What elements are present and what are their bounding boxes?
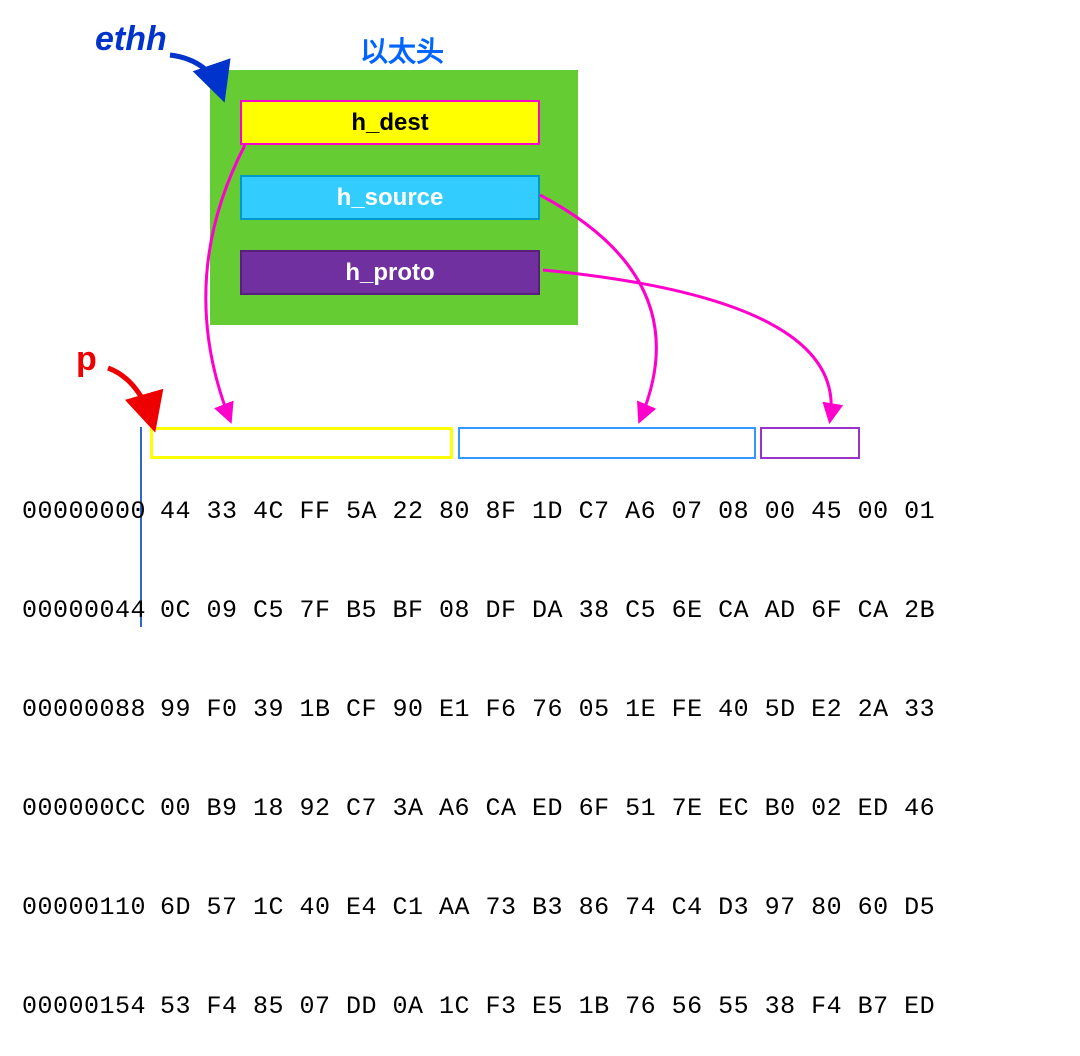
arrow-p-to-hex [108,368,153,425]
hex-bytes: 99 F0 39 1B CF 90 E1 F6 76 05 1E FE 40 5… [160,695,935,724]
hex-row: 00000000 44 33 4C FF 5A 22 80 8F 1D C7 A6… [22,495,935,528]
field-h-source: h_source [240,175,540,220]
hex-bytes: 00 B9 18 92 C7 3A A6 CA ED 6F 51 7E EC B… [160,794,935,823]
hex-bytes: 6D 57 1C 40 E4 C1 AA 73 B3 86 74 C4 D3 9… [160,893,935,922]
hex-row: 00000044 0C 09 C5 7F B5 BF 08 DF DA 38 C5… [22,594,935,627]
hex-row: 00000154 53 F4 85 07 DD 0A 1C F3 E5 1B 76… [22,990,935,1023]
hex-bytes: 0C 09 C5 7F B5 BF 08 DF DA 38 C5 6E CA A… [160,596,935,625]
ethernet-header-struct: h_dest h_source h_proto [210,70,578,325]
p-pointer-label: p [76,340,97,379]
hex-row: 00000110 6D 57 1C 40 E4 C1 AA 73 B3 86 74… [22,891,935,924]
hex-offset: 00000088 [22,693,138,726]
hex-offset: 000000CC [22,792,138,825]
hex-row: 000000CC 00 B9 18 92 C7 3A A6 CA ED 6F 51… [22,792,935,825]
hex-bytes: 53 F4 85 07 DD 0A 1C F3 E5 1B 76 56 55 3… [160,992,935,1021]
hex-offset: 00000154 [22,990,138,1023]
ethh-pointer-label: ethh [95,20,167,59]
hex-offset: 00000110 [22,891,138,924]
hex-offset: 00000000 [22,495,138,528]
field-h-proto: h_proto [240,250,540,295]
hex-offset: 00000044 [22,594,138,627]
hex-bytes: 44 33 4C FF 5A 22 80 8F 1D C7 A6 07 08 0… [160,497,935,526]
hex-row: 00000088 99 F0 39 1B CF 90 E1 F6 76 05 1E… [22,693,935,726]
hex-dump: 00000000 44 33 4C FF 5A 22 80 8F 1D C7 A6… [22,429,935,1056]
ethernet-header-title: 以太头 [360,30,444,70]
arrow-hproto-to-bytes [543,270,831,420]
field-h-dest: h_dest [240,100,540,145]
